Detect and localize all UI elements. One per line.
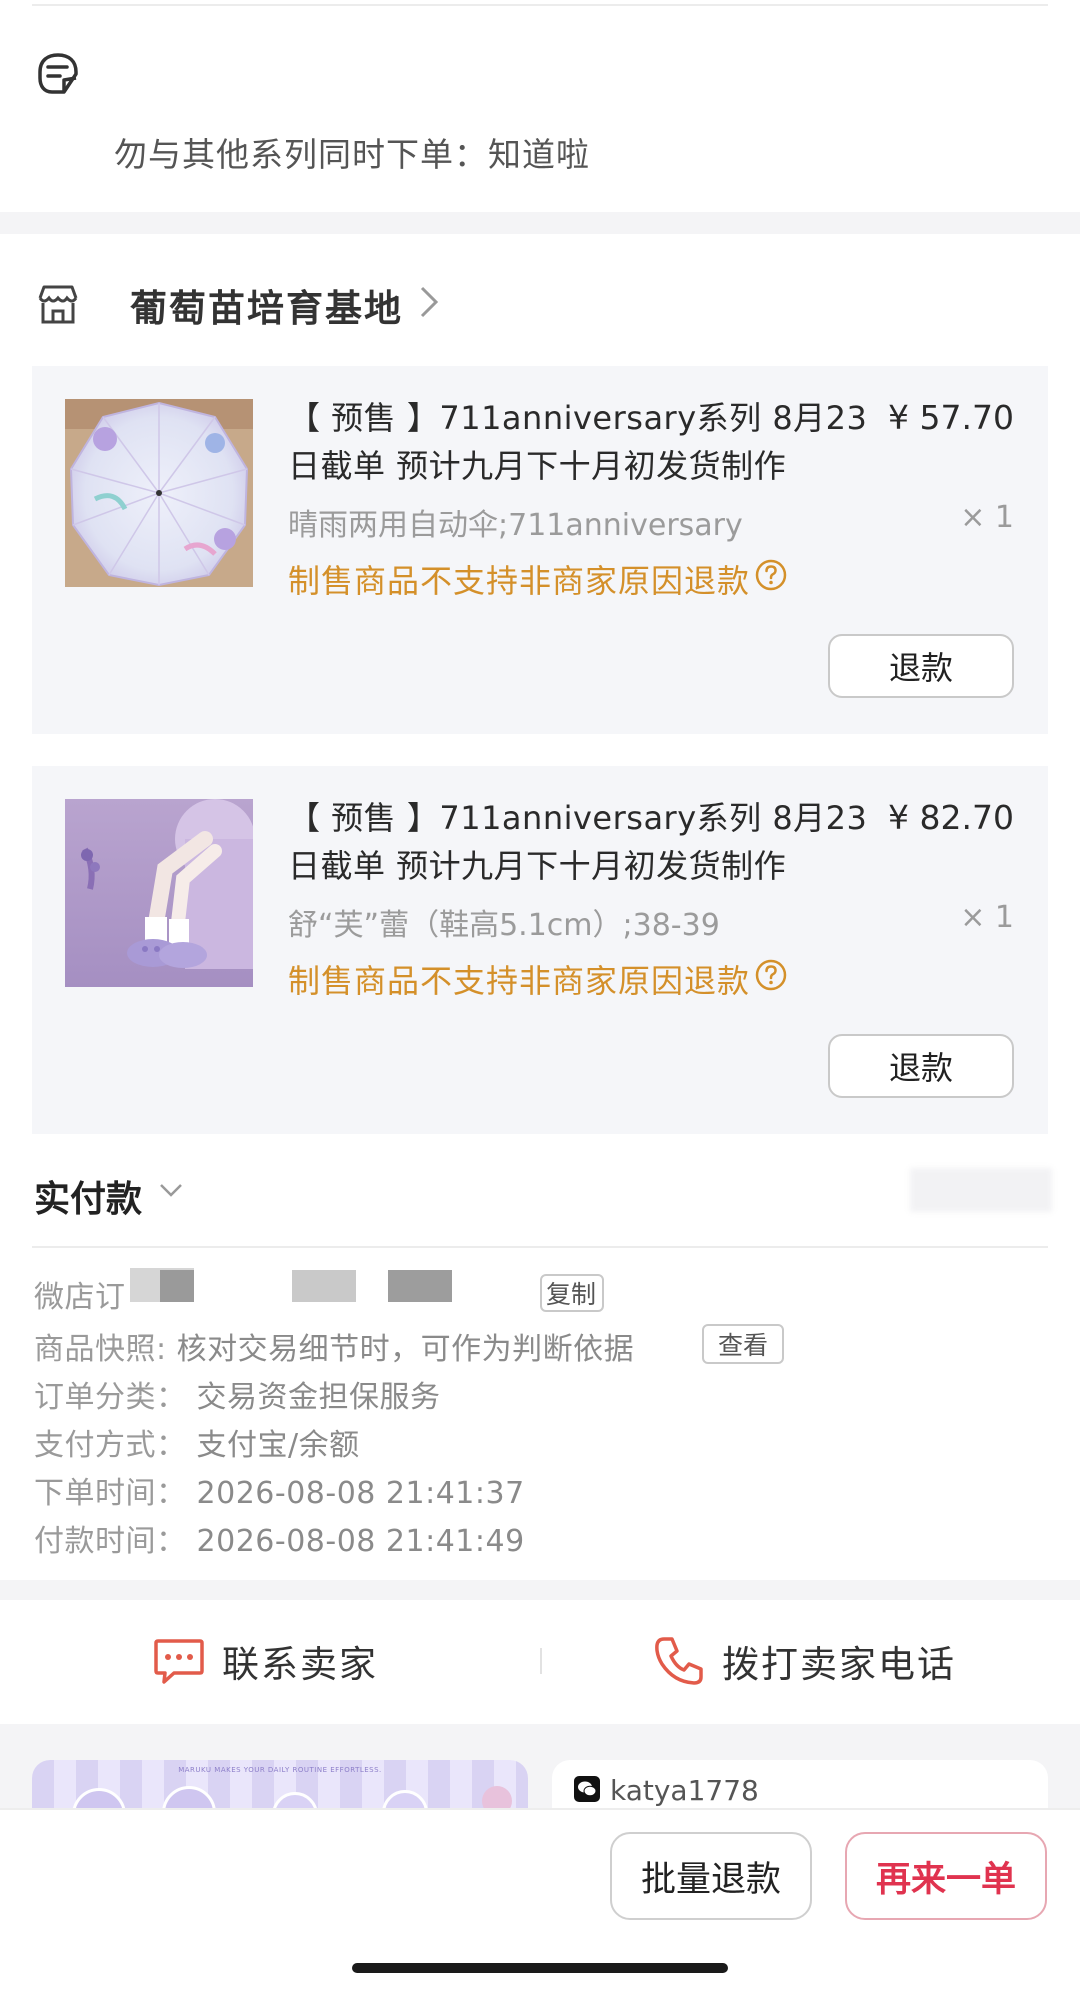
call-seller-button[interactable]: 拨打卖家电话	[652, 1598, 956, 1724]
batch-refund-button[interactable]: 批量退款	[610, 1832, 812, 1920]
product-qty: × 1	[960, 500, 1014, 535]
product-title: 【 预售 】711anniversary系列 8月23日截单 预计九月下十月初发…	[288, 799, 868, 885]
product-title: 【 预售 】711anniversary系列 8月23日截单 预计九月下十月初发…	[288, 399, 868, 485]
product-card[interactable]: 【 预售 】711anniversary系列 8月23日截单 预计九月下十月初发…	[32, 366, 1048, 734]
phone-icon	[655, 1637, 703, 1685]
help-icon[interactable]	[754, 558, 788, 592]
note-icon	[38, 53, 78, 94]
product-spec: 舒“芙”蕾（鞋高5.1cm）;38-39	[288, 908, 720, 943]
copy-button[interactable]: 复制	[540, 1274, 604, 1312]
pay-method-row: 支付方式： 支付宝/余额	[34, 1420, 360, 1464]
snapshot-label: 商品快照:	[34, 1332, 167, 1367]
redacted-block	[160, 1270, 194, 1302]
home-indicator[interactable]	[352, 1963, 728, 1973]
refund-button[interactable]: 退款	[828, 1034, 1014, 1098]
store-icon	[38, 285, 78, 324]
blurred-amount	[910, 1168, 1052, 1212]
product-card[interactable]: 【 预售 】711anniversary系列 8月23日截单 预计九月下十月初发…	[32, 766, 1048, 1134]
category-row: 订单分类： 交易资金担保服务	[34, 1372, 441, 1416]
section-gap	[0, 212, 1080, 234]
chevron-down-icon[interactable]	[156, 1180, 186, 1200]
order-time-value: 2026-08-08 21:41:37	[196, 1476, 525, 1511]
product-price: ¥ 57.70	[888, 398, 1014, 437]
promo-banner-text: MARUKU MAKES YOUR DAILY ROUTINE EFFORTLE…	[178, 1766, 382, 1774]
contact-divider	[540, 1648, 542, 1674]
wechat-id: katya1778	[610, 1774, 759, 1807]
help-icon[interactable]	[754, 958, 788, 992]
contact-seller-label: 联系卖家	[222, 1643, 378, 1686]
view-snapshot-button[interactable]: 查看	[702, 1324, 784, 1364]
pay-time-value: 2026-08-08 21:41:49	[196, 1524, 525, 1559]
section-gap	[0, 1580, 1080, 1600]
chat-icon	[154, 1639, 204, 1684]
order-time-label: 下单时间：	[34, 1476, 187, 1511]
category-label: 订单分类：	[34, 1380, 187, 1415]
pay-method-value: 支付宝/余额	[196, 1428, 360, 1463]
wechat-icon	[574, 1776, 600, 1802]
chevron-right-icon[interactable]	[418, 284, 440, 320]
refund-button[interactable]: 退款	[828, 634, 1014, 698]
order-note-text: 勿与其他系列同时下单：知道啦	[114, 135, 590, 174]
product-spec: 晴雨两用自动伞;711anniversary	[288, 508, 743, 543]
call-seller-label: 拨打卖家电话	[722, 1643, 956, 1686]
category-value: 交易资金担保服务	[196, 1380, 441, 1415]
info-divider	[32, 1246, 1048, 1248]
product-price: ¥ 82.70	[888, 798, 1014, 837]
refund-warning: 制售商品不支持非商家原因退款	[288, 562, 751, 600]
shop-name[interactable]: 葡萄苗培育基地	[130, 278, 403, 332]
product-qty: × 1	[960, 900, 1014, 935]
snapshot-value: 核对交易细节时，可作为判断依据	[176, 1332, 635, 1367]
order-number-label: 微店订	[34, 1280, 126, 1315]
order-time-row: 下单时间： 2026-08-08 21:41:37	[34, 1468, 525, 1512]
contact-seller-button[interactable]: 联系卖家	[152, 1598, 378, 1724]
reorder-button[interactable]: 再来一单	[845, 1832, 1047, 1920]
pay-time-row: 付款时间： 2026-08-08 21:41:49	[34, 1516, 525, 1560]
refund-warning: 制售商品不支持非商家原因退款	[288, 962, 751, 1000]
snapshot-row: 商品快照: 核对交易细节时，可作为判断依据	[34, 1324, 634, 1368]
pay-method-label: 支付方式：	[34, 1428, 187, 1463]
paid-amount-label[interactable]: 实付款	[34, 1170, 142, 1222]
redacted-block	[292, 1270, 356, 1302]
product-image-umbrella[interactable]	[65, 399, 253, 587]
top-divider	[32, 4, 1048, 6]
redacted-block	[388, 1270, 452, 1302]
product-image-shoes[interactable]	[65, 799, 253, 987]
pay-time-label: 付款时间：	[34, 1524, 187, 1559]
